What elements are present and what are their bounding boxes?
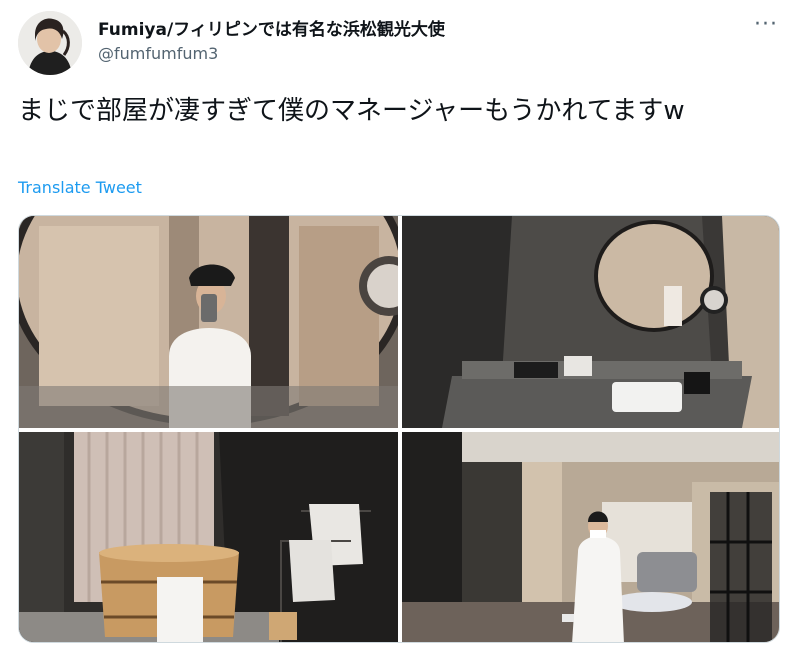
avatar-image — [18, 11, 82, 75]
mirror-selfie-photo[interactable] — [19, 216, 398, 428]
author-handle[interactable]: @fumfumfum3 — [98, 44, 218, 63]
avatar[interactable] — [18, 11, 82, 75]
more-horizontal-icon: ··· — [754, 12, 778, 37]
room-overview-photo[interactable] — [402, 432, 779, 642]
more-options-button[interactable]: ··· — [754, 12, 778, 37]
wooden-bathtub-photo[interactable] — [19, 432, 398, 642]
tweet-text: まじで部屋が凄すぎて僕のマネージャーもうかれてますw — [18, 96, 685, 126]
translate-tweet-link[interactable]: Translate Tweet — [18, 178, 142, 197]
author-name[interactable]: Fumiya/フィリピンでは有名な浜松観光大使 — [98, 15, 445, 40]
bathroom-vanity-photo[interactable] — [402, 216, 779, 428]
media-grid — [18, 215, 780, 643]
